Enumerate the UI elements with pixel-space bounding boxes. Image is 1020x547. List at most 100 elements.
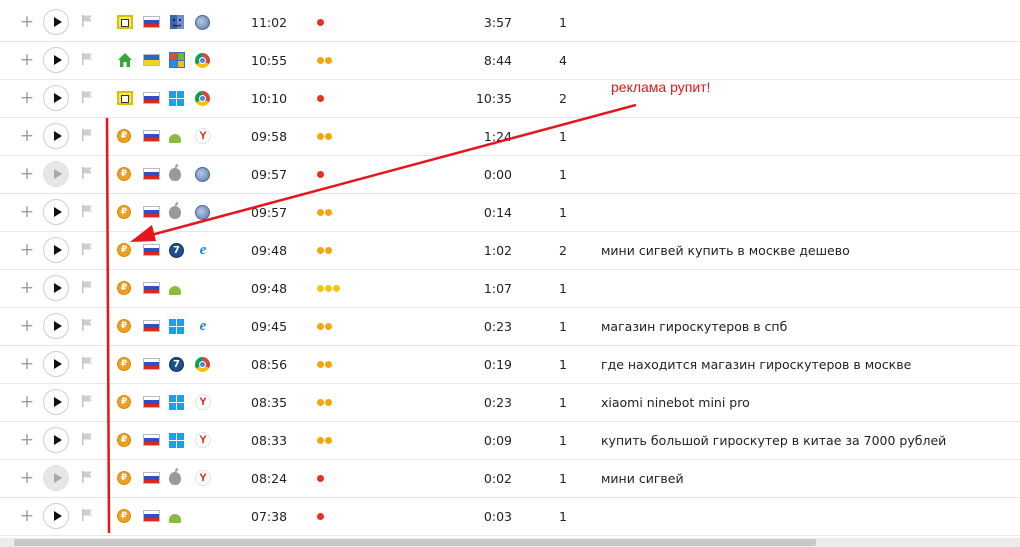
opera-icon bbox=[195, 14, 210, 30]
bookmark-flag-icon[interactable] bbox=[81, 52, 97, 68]
russia-flag-icon bbox=[143, 434, 160, 446]
expand-plus-icon[interactable]: + bbox=[17, 231, 37, 269]
play-recording-button[interactable] bbox=[43, 313, 69, 339]
expand-plus-icon[interactable]: + bbox=[17, 117, 37, 155]
activity-dots bbox=[317, 421, 333, 459]
country-cell bbox=[143, 421, 160, 459]
play-cell bbox=[43, 117, 71, 155]
os-cell bbox=[169, 459, 181, 497]
paid-traffic-icon: ₽ bbox=[117, 281, 131, 295]
table-row: + ₽ Y 08:33 0:09 1 купить большой гироскутер в… bbox=[0, 421, 1020, 460]
russia-flag-icon bbox=[143, 16, 160, 28]
bookmark-flag-icon[interactable] bbox=[81, 318, 97, 334]
page-count: 1 bbox=[559, 394, 567, 410]
expand-plus-icon[interactable]: + bbox=[17, 193, 37, 231]
os-cell bbox=[169, 497, 181, 535]
visit-time: 11:02 bbox=[251, 14, 288, 30]
bookmark-flag-icon[interactable] bbox=[81, 166, 97, 182]
table-row: + ₽09:57 0:14 1 bbox=[0, 193, 1020, 232]
yandex-browser-icon: Y bbox=[195, 128, 211, 144]
bookmark-flag-icon[interactable] bbox=[81, 204, 97, 220]
os-cell: 7 bbox=[169, 345, 184, 383]
search-query: купить большой гироскутер в китае за 700… bbox=[601, 432, 947, 448]
browser-cell: e bbox=[195, 307, 211, 345]
bookmark-flag-icon[interactable] bbox=[81, 14, 97, 30]
bookmark-flag-icon[interactable] bbox=[81, 470, 97, 486]
bookmark-flag-icon[interactable] bbox=[81, 242, 97, 258]
visit-time: 09:58 bbox=[251, 128, 288, 144]
source-cell: ₽ bbox=[117, 497, 131, 535]
android-icon bbox=[169, 513, 181, 523]
country-cell bbox=[143, 383, 160, 421]
android-icon bbox=[169, 133, 181, 143]
play-recording-button[interactable] bbox=[43, 85, 69, 111]
page-count: 1 bbox=[559, 318, 567, 334]
bookmark-flag-icon[interactable] bbox=[81, 394, 97, 410]
visit-duration: 1:02 bbox=[483, 242, 512, 258]
expand-plus-icon[interactable]: + bbox=[17, 497, 37, 535]
expand-plus-icon[interactable]: + bbox=[17, 41, 37, 79]
play-cell bbox=[43, 497, 71, 535]
expand-plus-icon[interactable]: + bbox=[17, 383, 37, 421]
visit-time: 09:48 bbox=[251, 280, 288, 296]
activity-dot bbox=[317, 170, 324, 178]
scrollbar-thumb[interactable] bbox=[14, 539, 816, 546]
play-recording-button[interactable] bbox=[43, 47, 69, 73]
page-count: 2 bbox=[559, 90, 567, 106]
windows-icon bbox=[169, 90, 184, 106]
visit-duration: 0:03 bbox=[483, 508, 512, 524]
activity-dots bbox=[317, 231, 333, 269]
play-recording-button[interactable] bbox=[43, 351, 69, 377]
play-recording-button[interactable] bbox=[43, 389, 69, 415]
expand-plus-icon[interactable]: + bbox=[17, 459, 37, 497]
browser-cell bbox=[195, 41, 210, 79]
windows-xp-icon bbox=[169, 52, 185, 68]
browser-cell: e bbox=[195, 231, 211, 269]
yandex-browser-icon: Y bbox=[195, 470, 211, 486]
expand-plus-icon[interactable]: + bbox=[17, 421, 37, 459]
activity-dot bbox=[317, 436, 324, 444]
play-recording-button[interactable] bbox=[43, 9, 69, 35]
expand-plus-icon[interactable]: + bbox=[17, 79, 37, 117]
page-count: 1 bbox=[559, 432, 567, 448]
activity-dot bbox=[317, 474, 324, 482]
yandex-browser-icon: Y bbox=[195, 394, 211, 410]
internet-explorer-icon: e bbox=[199, 241, 207, 258]
play-recording-button[interactable] bbox=[43, 427, 69, 453]
expand-plus-icon[interactable]: + bbox=[17, 3, 37, 41]
visit-duration: 1:07 bbox=[483, 280, 512, 296]
play-recording-button[interactable] bbox=[43, 199, 69, 225]
browser-cell: Y bbox=[195, 383, 211, 421]
page-count: 1 bbox=[559, 280, 567, 296]
country-cell bbox=[143, 79, 160, 117]
expand-plus-icon[interactable]: + bbox=[17, 345, 37, 383]
country-cell bbox=[143, 497, 160, 535]
expand-plus-icon[interactable]: + bbox=[17, 307, 37, 345]
activity-dots bbox=[317, 79, 325, 117]
play-recording-button[interactable] bbox=[43, 123, 69, 149]
play-cell bbox=[43, 421, 71, 459]
expand-plus-icon[interactable]: + bbox=[17, 155, 37, 193]
bookmark-flag-icon[interactable] bbox=[81, 356, 97, 372]
play-cell bbox=[43, 41, 71, 79]
expand-plus-icon[interactable]: + bbox=[17, 269, 37, 307]
activity-dot bbox=[325, 246, 332, 254]
play-recording-button[interactable] bbox=[43, 503, 69, 529]
table-row: + ₽ e 09:45 0:23 1 магазин гироскутеров в спб bbox=[0, 307, 1020, 346]
paid-traffic-icon: ₽ bbox=[117, 319, 131, 333]
bookmark-flag-icon[interactable] bbox=[81, 128, 97, 144]
play-recording-button bbox=[43, 465, 69, 491]
play-recording-button[interactable] bbox=[43, 275, 69, 301]
flag-cell bbox=[81, 497, 97, 535]
play-cell bbox=[43, 383, 71, 421]
android-icon bbox=[169, 285, 181, 295]
windows-7-icon: 7 bbox=[169, 242, 184, 258]
blank-icon bbox=[195, 508, 211, 524]
visit-time: 09:57 bbox=[251, 204, 288, 220]
bookmark-flag-icon[interactable] bbox=[81, 432, 97, 448]
bookmark-flag-icon[interactable] bbox=[81, 508, 97, 524]
bookmark-flag-icon[interactable] bbox=[81, 90, 97, 106]
bookmark-flag-icon[interactable] bbox=[81, 280, 97, 296]
play-recording-button[interactable] bbox=[43, 237, 69, 263]
horizontal-scrollbar[interactable] bbox=[0, 538, 1020, 547]
